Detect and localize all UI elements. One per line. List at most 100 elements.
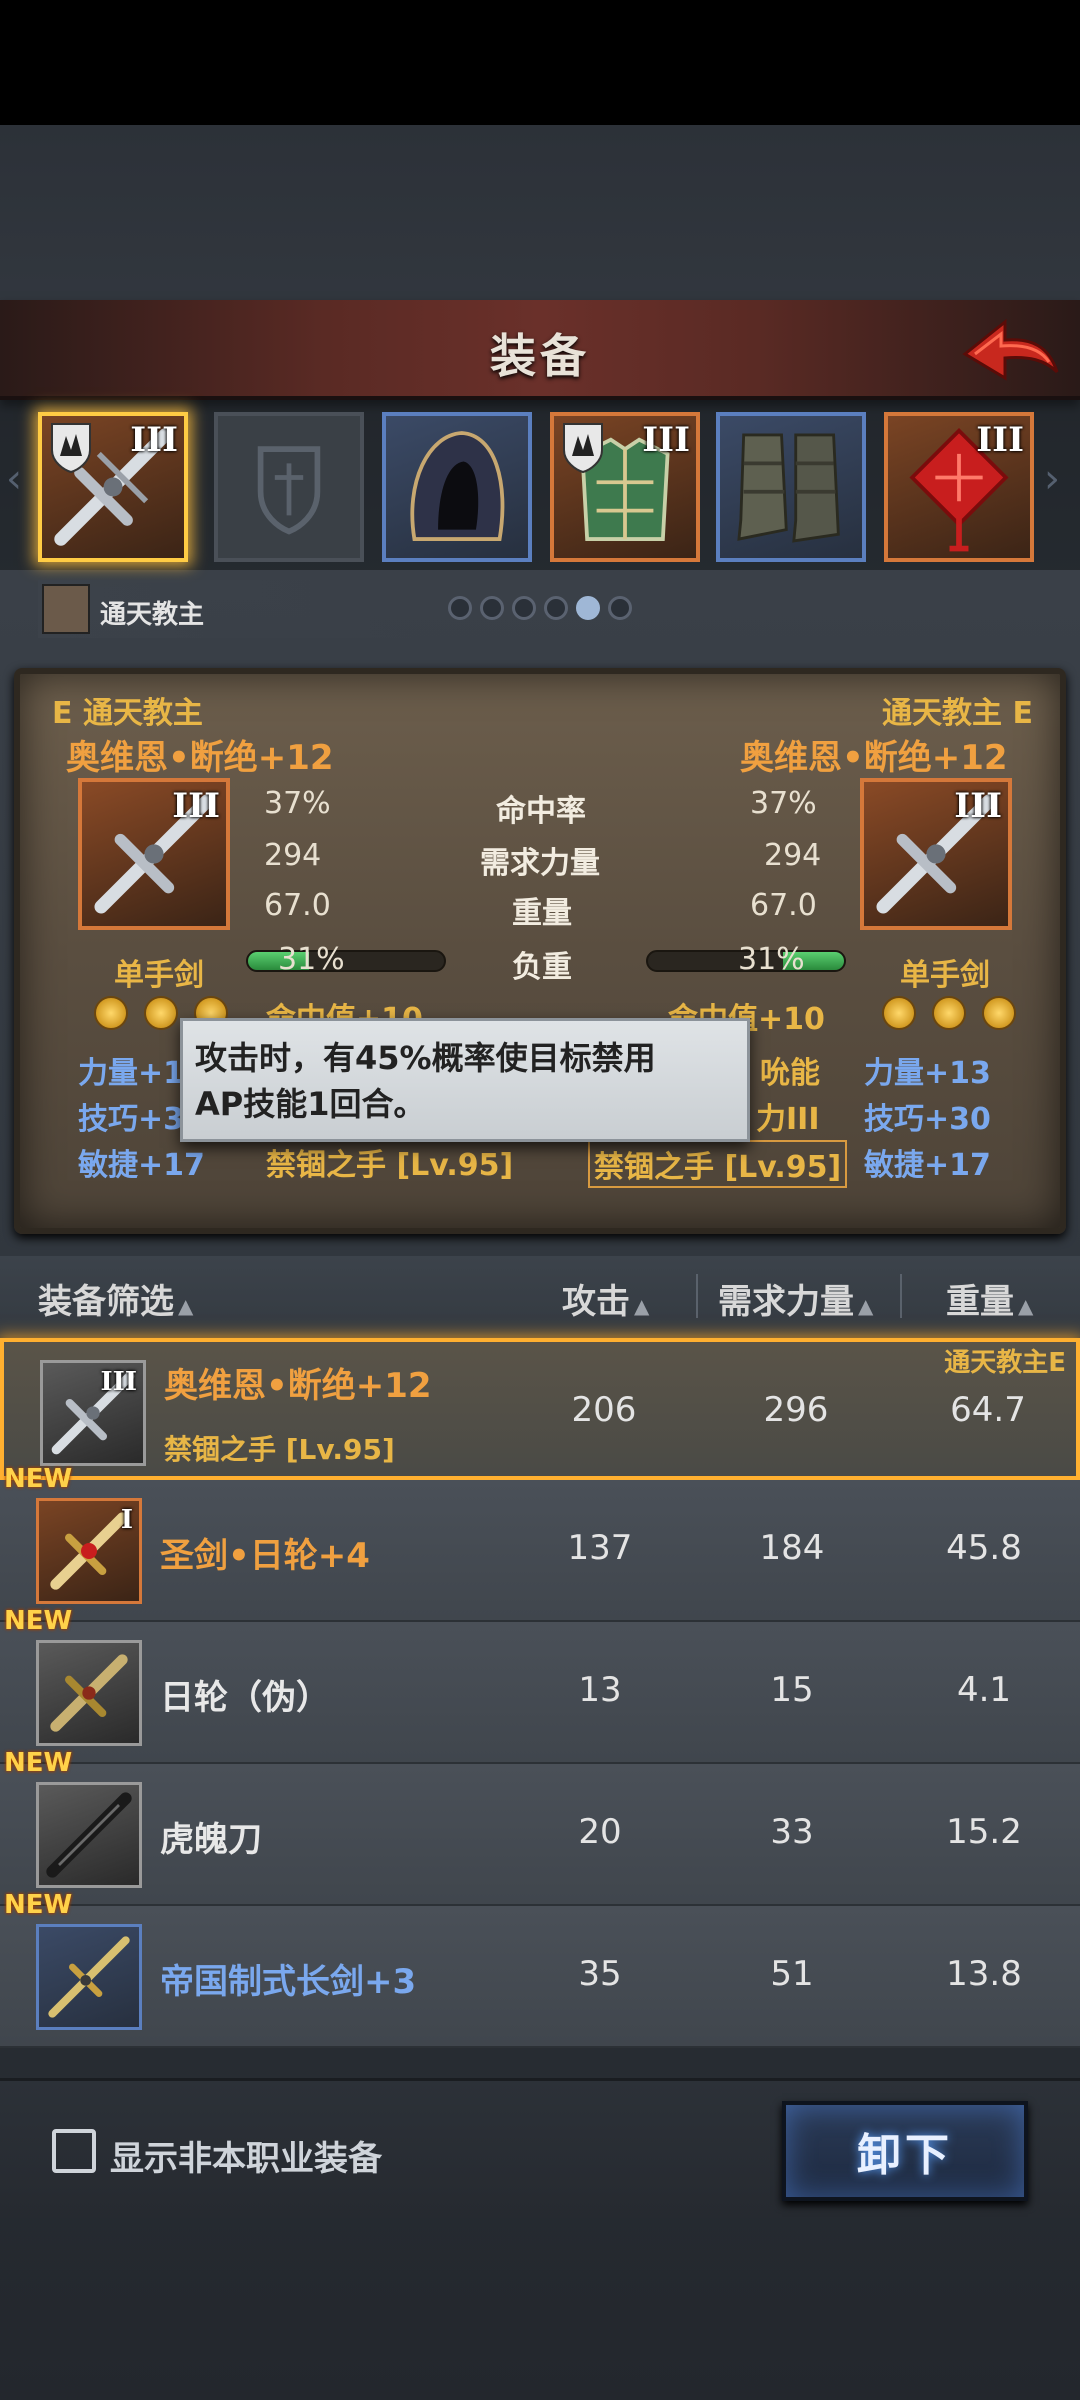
right-rank: III xyxy=(954,786,1002,826)
equipment-row[interactable]: NEW 虎魄刀 20 33 15.2 xyxy=(0,1748,1080,1906)
coin-icon xyxy=(144,996,178,1030)
page-title: 装备 xyxy=(490,329,590,383)
sort-req-str[interactable]: 需求力量 ▲ xyxy=(718,1274,873,1323)
item-weight: 45.8 xyxy=(946,1528,1022,1568)
new-badge: NEW xyxy=(4,1748,73,1778)
divider xyxy=(900,1274,902,1318)
slot-shield[interactable] xyxy=(214,412,364,562)
label-load: 负重 xyxy=(512,950,572,985)
item-attack: 137 xyxy=(567,1528,633,1568)
item-name: 奥维恩•断绝+12 xyxy=(164,1366,432,1406)
slot-boots[interactable] xyxy=(716,412,866,562)
item-rank: I xyxy=(120,1505,133,1535)
sort-weight[interactable]: 重量 ▲ xyxy=(946,1274,1033,1323)
left-load-bar xyxy=(246,950,446,972)
right-owner-tag: 通天教主 E xyxy=(882,696,1033,731)
equipment-row[interactable]: III 奥维恩•断绝+12 禁锢之手 [Lv.95] 通天教主E 206 296… xyxy=(0,1338,1080,1480)
tooltip-line-1: 攻击时，有45%概率使目标禁用 xyxy=(195,1039,656,1077)
left-item-name: 奥维恩•断绝+12 xyxy=(66,738,334,778)
page-dot[interactable] xyxy=(512,596,536,620)
equipment-slots: ‹ III III III › xyxy=(0,400,1080,570)
character-row[interactable]: 通天教主 xyxy=(38,580,418,638)
equipment-row[interactable]: NEW 帝国制式长剑+3 35 51 13.8 xyxy=(0,1890,1080,2048)
status-bar xyxy=(0,0,1080,125)
compare-panel: E 通天教主 奥维恩•断绝+12 III 单手剑 力量+1 技巧+3 敏捷+17… xyxy=(14,668,1066,1234)
new-badge: NEW xyxy=(4,1890,73,1920)
back-button[interactable] xyxy=(956,310,1066,392)
left-item-icon: III xyxy=(78,778,230,930)
item-weight: 15.2 xyxy=(946,1812,1022,1852)
equipment-row[interactable]: I NEW 圣剑•日轮+4 137 184 45.8 xyxy=(0,1464,1080,1622)
sort-triangle-icon: ▲ xyxy=(178,1294,194,1318)
slot-accessory[interactable]: III xyxy=(884,412,1034,562)
sort-triangle-icon: ▲ xyxy=(858,1294,874,1318)
item-thumbnail xyxy=(36,1924,142,2030)
slot-helmet[interactable] xyxy=(382,412,532,562)
item-weight: 64.7 xyxy=(950,1390,1026,1430)
left-dex-bonus: 技巧+3 xyxy=(78,1102,185,1137)
item-attack: 13 xyxy=(578,1670,622,1710)
show-other-class-label[interactable]: 显示非本职业装备 xyxy=(110,2131,382,2180)
sort-triangle-icon: ▲ xyxy=(1018,1294,1034,1318)
slot-rank: III xyxy=(642,420,690,460)
scroll-right-icon[interactable]: › xyxy=(1044,456,1060,502)
show-other-class-checkbox[interactable] xyxy=(52,2129,96,2173)
hood-icon xyxy=(410,431,505,541)
shield-icon xyxy=(257,446,321,535)
label-weight: 重量 xyxy=(512,896,572,931)
right-item-type: 单手剑 xyxy=(900,958,990,993)
filter-header[interactable]: 装备筛选 ▲ xyxy=(38,1274,193,1323)
rank-shield-icon xyxy=(51,423,91,474)
coin-icon xyxy=(932,996,966,1030)
unequip-label: 卸下 xyxy=(857,2130,953,2181)
left-weight: 67.0 xyxy=(264,888,331,923)
slot-weapon[interactable]: III xyxy=(38,412,188,562)
req-str-label: 需求力量 xyxy=(718,1282,854,1322)
right-skill[interactable]: 禁锢之手 [Lv.95] xyxy=(588,1140,848,1188)
left-agi-bonus: 敏捷+17 xyxy=(78,1148,205,1183)
right-weight: 67.0 xyxy=(750,888,817,923)
item-weight: 4.1 xyxy=(956,1670,1012,1710)
right-dex-bonus: 技巧+30 xyxy=(864,1102,991,1137)
attack-label: 攻击 xyxy=(562,1282,630,1322)
title-bar: 装备 xyxy=(0,300,1080,400)
item-attack: 35 xyxy=(578,1954,622,1994)
rank-shield-icon xyxy=(563,423,603,474)
slot-rank: III xyxy=(130,420,178,460)
page-dot[interactable] xyxy=(544,596,568,620)
item-attack: 206 xyxy=(571,1390,637,1430)
right-extra1: 吮能 xyxy=(760,1056,820,1091)
page-indicator xyxy=(448,596,632,620)
item-req-str: 51 xyxy=(770,1954,814,1994)
left-owner-tag: E 通天教主 xyxy=(52,696,203,731)
right-agi-bonus: 敏捷+17 xyxy=(864,1148,991,1183)
right-hit-rate: 37% xyxy=(750,786,817,821)
scroll-left-icon[interactable]: ‹ xyxy=(6,456,22,502)
item-name: 日轮（伪） xyxy=(160,1678,330,1718)
page-dot[interactable] xyxy=(448,596,472,620)
label-hit-rate: 命中率 xyxy=(496,794,586,829)
equipment-row[interactable]: NEW 日轮（伪） 13 15 4.1 xyxy=(0,1606,1080,1764)
item-skill: 禁锢之手 [Lv.95] xyxy=(164,1433,395,1466)
tooltip-line-2: AP技能1回合。 xyxy=(195,1085,426,1123)
page-dot[interactable] xyxy=(480,596,504,620)
item-req-str: 15 xyxy=(770,1670,814,1710)
sort-attack[interactable]: 攻击 ▲ xyxy=(562,1274,649,1323)
slot-armor[interactable]: III xyxy=(550,412,700,562)
page-dot-active[interactable] xyxy=(576,596,600,620)
left-item-type: 单手剑 xyxy=(114,958,204,993)
sword-icon xyxy=(50,1654,128,1732)
character-name: 通天教主 xyxy=(100,600,205,630)
item-thumbnail xyxy=(36,1782,142,1888)
coin-icon xyxy=(94,996,128,1030)
left-str-bonus: 力量+1 xyxy=(78,1056,185,1091)
item-attack: 20 xyxy=(578,1812,622,1852)
back-arrow-icon xyxy=(962,318,1059,381)
weight-label: 重量 xyxy=(946,1282,1014,1322)
label-req-str: 需求力量 xyxy=(480,846,600,881)
unequip-button[interactable]: 卸下 xyxy=(782,2101,1028,2201)
left-skill: 禁锢之手 [Lv.95] xyxy=(266,1148,514,1183)
page-dot[interactable] xyxy=(608,596,632,620)
left-hit-rate: 37% xyxy=(264,786,331,821)
skill-tooltip: 攻击时，有45%概率使目标禁用 AP技能1回合。 xyxy=(180,1018,750,1142)
